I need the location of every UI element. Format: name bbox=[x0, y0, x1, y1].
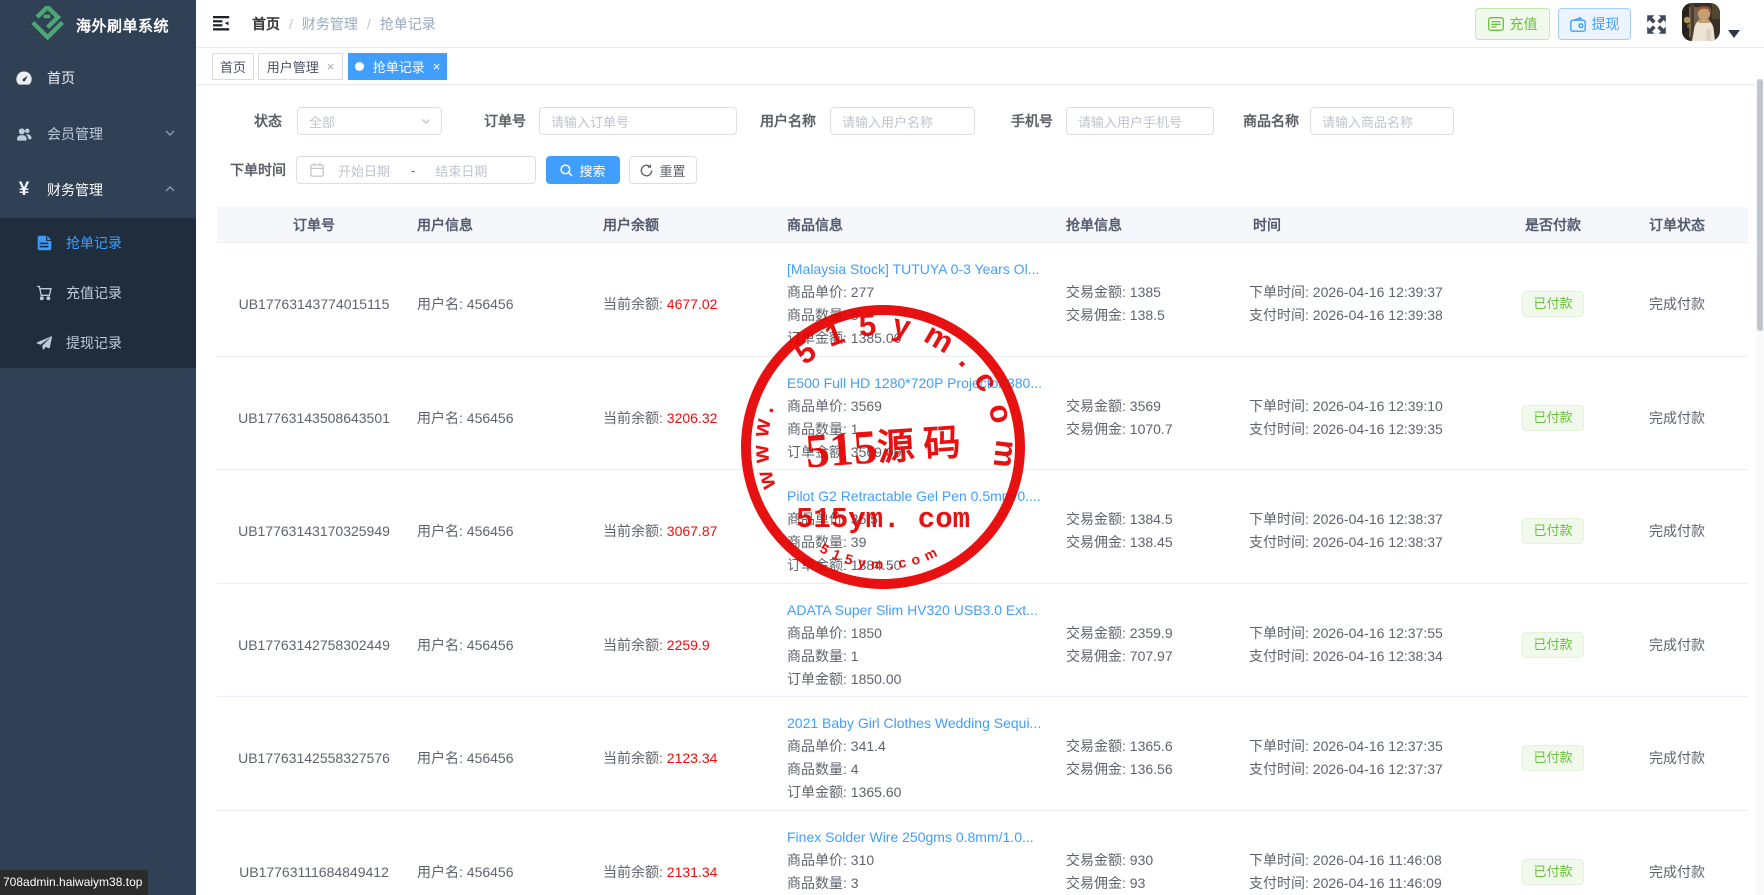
svg-text:515ym.com: 515ym.com bbox=[817, 540, 944, 572]
svg-text:515源 码: 515源 码 bbox=[804, 415, 963, 479]
svg-text:515ym. com: 515ym. com bbox=[796, 503, 970, 536]
